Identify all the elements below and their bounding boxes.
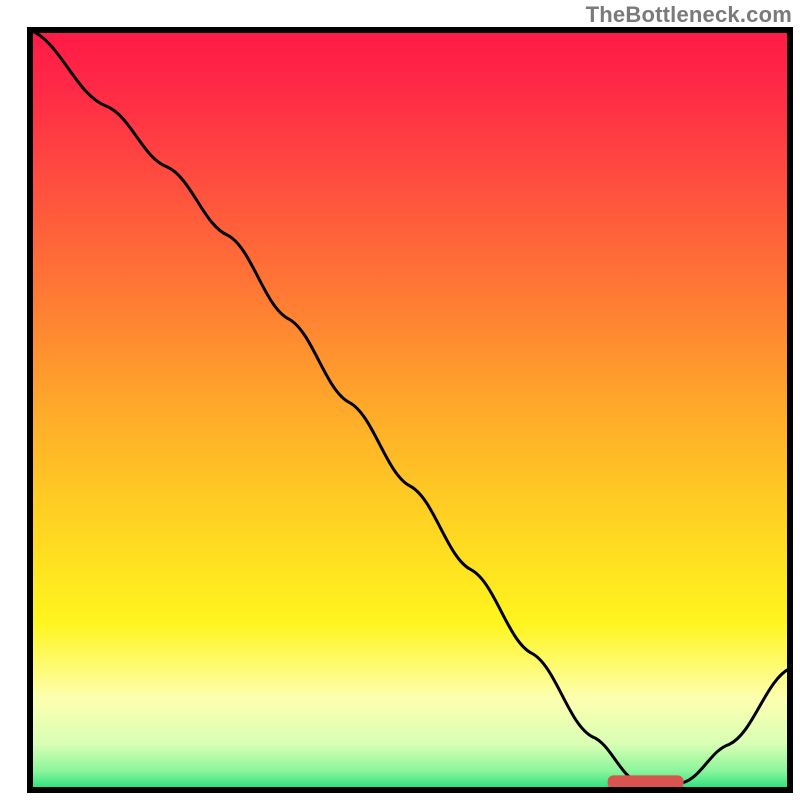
chart-container: TheBottleneck.com [0,0,800,800]
bottleneck-chart [0,0,800,800]
watermark-label: TheBottleneck.com [586,2,792,28]
plot-background [30,30,790,790]
